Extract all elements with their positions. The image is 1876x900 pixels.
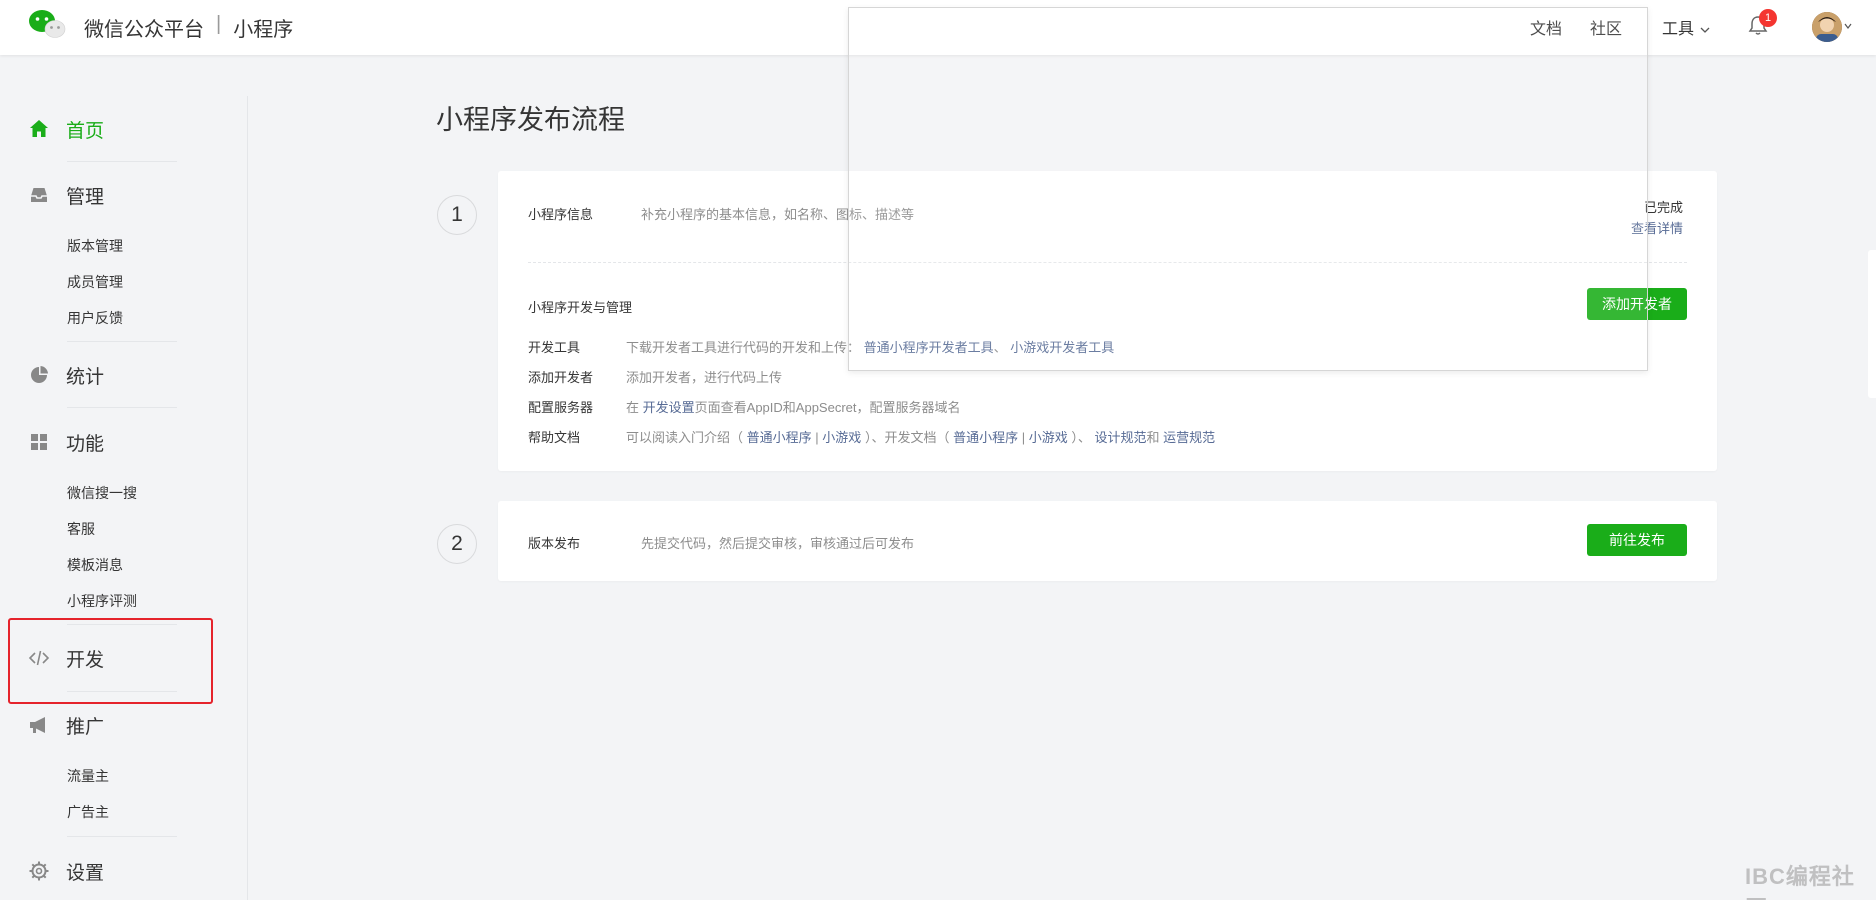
section-divider (528, 262, 1687, 263)
grid-icon (31, 434, 47, 450)
sidebar-item-label: 管理 (66, 186, 105, 208)
step-number-2: 2 (437, 524, 477, 564)
intro-mini-game-link[interactable]: 小游戏 (822, 430, 861, 445)
dev-settings-link[interactable]: 开发设置 (643, 400, 695, 415)
sidebar-item-home[interactable]: 首页 (28, 114, 218, 144)
help-bar: | (1021, 430, 1026, 445)
row-text-tools: 下载开发者工具进行代码的开发和上传： 普通小程序开发者工具、 小游戏开发者工具 (626, 337, 1114, 356)
sidebar: 首页 管理 版本管理 成员管理 用户反馈 统计 功能 微信搜一搜 客服 模板消息… (0, 56, 248, 900)
sidebar-separator (67, 341, 177, 342)
row-label-server: 配置服务器 (528, 400, 594, 415)
operation-guide-link[interactable]: 运营规范 (1163, 430, 1215, 445)
step-number-1: 1 (437, 195, 477, 235)
row-text-server: 在 开发设置页面查看AppID和AppSecret，配置服务器域名 (626, 397, 961, 416)
go-publish-button[interactable]: 前往发布 (1587, 524, 1687, 556)
top-bar: 微信公众平台 | 小程序 文档 社区 工具 1 (0, 0, 1876, 55)
brand-separator: | (216, 13, 222, 35)
nav-docs-link[interactable]: 文档 (1530, 15, 1562, 39)
sidebar-subitem-members[interactable]: 成员管理 (67, 272, 123, 292)
sidebar-item-label: 统计 (66, 366, 105, 388)
sidebar-item-stats[interactable]: 统计 (28, 360, 218, 390)
sidebar-item-label: 首页 (66, 120, 105, 142)
mini-program-devtool-link[interactable]: 普通小程序开发者工具 (864, 340, 994, 355)
dev-manage-title: 小程序开发与管理 (528, 300, 633, 315)
home-icon (30, 120, 48, 137)
docs-mini-program-link[interactable]: 普通小程序 (953, 430, 1018, 445)
product-name: 小程序 (233, 19, 294, 41)
platform-name[interactable]: 微信公众平台 (84, 13, 204, 42)
row-label-help: 帮助文档 (528, 430, 581, 445)
sidebar-subitem-advertiser[interactable]: 广告主 (67, 802, 109, 822)
nav-tools-label: 工具 (1662, 21, 1695, 38)
docs-mini-game-link[interactable]: 小游戏 (1029, 430, 1068, 445)
page-title: 小程序发布流程 (436, 105, 625, 135)
user-avatar-icon (1812, 12, 1842, 42)
mini-game-devtool-link[interactable]: 小游戏开发者工具 (1010, 340, 1114, 355)
info-description: 补充小程序的基本信息，如名称、图标、描述等 (641, 207, 915, 222)
help-bar: | (815, 430, 819, 445)
sidebar-subitem-version[interactable]: 版本管理 (67, 236, 123, 256)
sidebar-item-label: 设置 (66, 862, 105, 884)
sidebar-item-features[interactable]: 功能 (28, 427, 218, 457)
sidebar-separator (67, 407, 177, 408)
sidebar-subitem-template[interactable]: 模板消息 (67, 555, 123, 575)
design-guide-link[interactable]: 设计规范 (1095, 430, 1147, 445)
highlight-box-develop (8, 618, 213, 704)
sidebar-subitem-review[interactable]: 小程序评测 (67, 591, 137, 611)
avatar[interactable] (1812, 12, 1842, 42)
notification-badge: 1 (1759, 9, 1777, 27)
server-prefix: 在 (626, 400, 640, 415)
release-description: 先提交代码，然后提交审核，审核通过后可发布 (641, 536, 915, 551)
add-developer-button[interactable]: 添加开发者 (1587, 288, 1687, 320)
pie-chart-icon (31, 366, 48, 383)
step1-card: 小程序信息 补充小程序的基本信息，如名称、图标、描述等 已完成 查看详情 小程序… (498, 171, 1717, 471)
sidebar-subitem-traffic[interactable]: 流量主 (67, 766, 109, 786)
sidebar-item-label: 推广 (66, 716, 105, 738)
release-label: 版本发布 (528, 536, 581, 551)
tools-text: 下载开发者工具进行代码的开发和上传： (626, 340, 861, 355)
chevron-down-icon (1701, 27, 1710, 33)
sidebar-divider-line (247, 96, 248, 900)
status-badge: 已完成 (1644, 200, 1684, 215)
row-label-add-dev: 添加开发者 (528, 370, 594, 385)
help-text: ）、 (1071, 430, 1091, 445)
sidebar-item-label: 功能 (66, 433, 105, 455)
side-float-tab[interactable] (1868, 250, 1876, 398)
avatar-chevron-icon[interactable] (1844, 22, 1852, 30)
view-detail-link[interactable]: 查看详情 (1631, 218, 1683, 237)
sidebar-item-promote[interactable]: 推广 (28, 710, 218, 740)
nav-tools-menu[interactable]: 工具 (1662, 15, 1710, 39)
row-text-help: 可以阅读入门介绍（ 普通小程序 | 小游戏 ）、开发文档（ 普通小程序 | 小游… (626, 427, 1215, 446)
sidebar-item-manage[interactable]: 管理 (28, 180, 218, 210)
help-text: 可以阅读入门介绍（ (626, 430, 744, 445)
watermark: IBC编程社区 (1745, 864, 1855, 900)
sidebar-subitem-search[interactable]: 微信搜一搜 (67, 483, 137, 503)
sidebar-separator (67, 161, 177, 162)
megaphone-icon (30, 717, 45, 733)
sidebar-item-settings[interactable]: 设置 (28, 856, 218, 886)
sidebar-subitem-service[interactable]: 客服 (67, 519, 95, 539)
row-label-tools: 开发工具 (528, 340, 581, 355)
info-label: 小程序信息 (528, 207, 594, 222)
nav-community-link[interactable]: 社区 (1590, 15, 1622, 39)
sidebar-subitem-feedback[interactable]: 用户反馈 (67, 308, 123, 328)
gear-icon (29, 861, 49, 881)
help-text: ）、开发文档（ (864, 430, 950, 445)
inbox-icon (31, 188, 47, 202)
wechat-logo-icon[interactable] (28, 9, 66, 39)
intro-mini-program-link[interactable]: 普通小程序 (747, 430, 812, 445)
row-text-add-dev: 添加开发者，进行代码上传 (626, 370, 783, 385)
tools-separator: 、 (993, 340, 1007, 355)
step2-card: 版本发布 先提交代码，然后提交审核，审核通过后可发布 前往发布 (498, 501, 1717, 581)
sidebar-separator (67, 836, 177, 837)
brand-title: 微信公众平台 | 小程序 (84, 13, 293, 42)
help-text: 和 (1146, 430, 1160, 445)
server-suffix: 页面查看AppID和AppSecret，配置服务器域名 (694, 400, 961, 415)
